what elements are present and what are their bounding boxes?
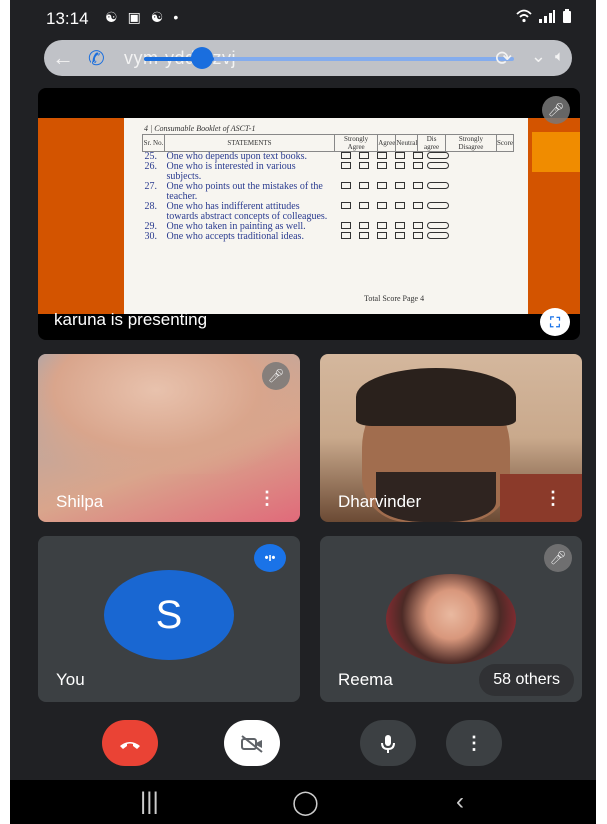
back-arrow-icon[interactable]: ← bbox=[52, 45, 74, 71]
fullscreen-icon[interactable]: ⛶ bbox=[540, 308, 570, 336]
col-header: Dis agree bbox=[417, 134, 446, 152]
participant-tile-reema[interactable]: 🎤︎ Reema 58 others bbox=[320, 536, 582, 702]
avatar: S bbox=[104, 570, 234, 660]
status-time: 13:14 bbox=[46, 9, 89, 28]
notification-icons: ☯ ▣ ☯ • bbox=[105, 9, 178, 26]
phone-icon[interactable]: ✆ bbox=[88, 46, 105, 71]
more-options-icon[interactable]: ⋮ bbox=[544, 488, 562, 509]
chevron-down-icon[interactable]: ⌄ bbox=[531, 46, 546, 67]
speaking-indicator-icon: •ı• bbox=[254, 544, 286, 572]
table-row: 28. One who has indifferent attitudes to… bbox=[143, 202, 514, 222]
participant-video bbox=[38, 354, 300, 474]
col-header: Strongly Agree bbox=[333, 134, 379, 152]
participant-tile-shilpa[interactable]: 🎤︎ Shilpa ⋮ bbox=[38, 354, 300, 522]
col-header: Score bbox=[496, 134, 514, 152]
participant-name: Dharvinder bbox=[338, 492, 422, 511]
participant-tile-dharvinder[interactable]: Dharvinder ⋮ bbox=[320, 354, 582, 522]
back-icon[interactable]: ‹ bbox=[456, 788, 464, 816]
row-boxes bbox=[335, 202, 514, 222]
participant-name: Reema bbox=[338, 670, 393, 689]
row-boxes bbox=[335, 182, 514, 202]
mic-off-icon: 🎤︎ bbox=[262, 362, 290, 390]
table-row: 27. One who points out the mistakes of t… bbox=[143, 182, 514, 202]
mic-off-icon: 🎤︎ bbox=[542, 96, 570, 124]
row-statement: One who is interested in various subject… bbox=[166, 161, 296, 182]
wifi-icon bbox=[516, 9, 532, 26]
switch-camera-icon[interactable]: ⟳ bbox=[495, 46, 512, 71]
shared-document: 4 | Consumable Booklet of ASCT-1 Sr. No.… bbox=[124, 118, 528, 314]
col-header: Agree bbox=[377, 134, 397, 152]
dot-icon: • bbox=[173, 9, 179, 25]
notification-icon: ☯ bbox=[105, 9, 118, 25]
table-row: 30. One who accepts traditional ideas. bbox=[143, 232, 514, 242]
doc-table-header: Sr. No. STATEMENTS Strongly Agree Agree … bbox=[142, 134, 514, 152]
col-header: Neutral bbox=[395, 134, 419, 152]
recent-apps-icon[interactable]: ||| bbox=[140, 788, 159, 816]
notification-icon: ☯ bbox=[150, 9, 164, 25]
presentation-tile[interactable]: 4 | Consumable Booklet of ASCT-1 Sr. No.… bbox=[38, 88, 580, 340]
battery-icon bbox=[562, 9, 572, 26]
row-boxes bbox=[335, 232, 514, 242]
doc-header: 4 | Consumable Booklet of ASCT-1 bbox=[144, 124, 256, 133]
speaker-icon[interactable]: 🔈︎ bbox=[555, 48, 564, 65]
row-number: 30. bbox=[144, 231, 158, 242]
presenting-caption: karuna is presenting bbox=[54, 310, 208, 329]
meeting-header: ← ✆ vym-ydda-zvj ⟳ ⌄ 🔈︎ bbox=[44, 40, 572, 76]
end-call-button[interactable] bbox=[102, 720, 158, 766]
participant-name: Shilpa bbox=[56, 492, 104, 511]
col-header: Sr. No. bbox=[142, 134, 165, 152]
table-row: 26. One who is interested in various sub… bbox=[143, 162, 514, 182]
row-number: 27. bbox=[144, 181, 158, 192]
microphone-button[interactable] bbox=[360, 720, 416, 766]
others-count-button[interactable]: 58 others bbox=[479, 664, 574, 696]
row-number: 28. bbox=[144, 201, 158, 212]
volume-slider-knob[interactable] bbox=[191, 47, 213, 69]
phone-screen: 13:14 ☯ ▣ ☯ • ← ✆ vym-ydda-zvj ⟳ ⌄ bbox=[10, 0, 596, 824]
participant-name: You bbox=[56, 670, 85, 689]
system-icons bbox=[516, 9, 572, 26]
gallery-icon: ▣ bbox=[127, 9, 141, 25]
shared-screen-edge bbox=[532, 132, 580, 172]
participant-video-hair bbox=[356, 368, 516, 426]
col-header: Strongly Disagree bbox=[444, 134, 498, 152]
signal-icon bbox=[538, 9, 556, 26]
row-boxes bbox=[335, 222, 514, 232]
call-controls: ⋮ bbox=[10, 720, 596, 770]
row-statement: One who accepts traditional ideas. bbox=[166, 231, 304, 242]
participant-video-shirt bbox=[500, 474, 582, 522]
participant-tile-you[interactable]: •ı• S You bbox=[38, 536, 300, 702]
row-boxes bbox=[335, 152, 514, 163]
col-header: STATEMENTS bbox=[164, 134, 335, 152]
avatar bbox=[386, 574, 516, 664]
more-options-button[interactable]: ⋮ bbox=[446, 720, 502, 766]
doc-table: Sr. No. STATEMENTS Strongly Agree Agree … bbox=[142, 134, 514, 242]
row-statement: One who points out the mistakes of the t… bbox=[166, 181, 323, 202]
row-number: 26. bbox=[144, 161, 158, 172]
row-statement: One who has indifferent attitudes toward… bbox=[166, 201, 328, 222]
total-score-label: Total Score Page 4 bbox=[364, 294, 425, 303]
camera-off-button[interactable] bbox=[224, 720, 280, 766]
row-boxes bbox=[335, 162, 514, 182]
more-options-icon[interactable]: ⋮ bbox=[258, 488, 276, 509]
mic-off-icon: 🎤︎ bbox=[544, 544, 572, 572]
android-nav-bar: ||| ◯ ‹ bbox=[10, 780, 596, 824]
home-icon[interactable]: ◯ bbox=[292, 788, 319, 817]
status-bar: 13:14 ☯ ▣ ☯ • bbox=[10, 0, 596, 36]
